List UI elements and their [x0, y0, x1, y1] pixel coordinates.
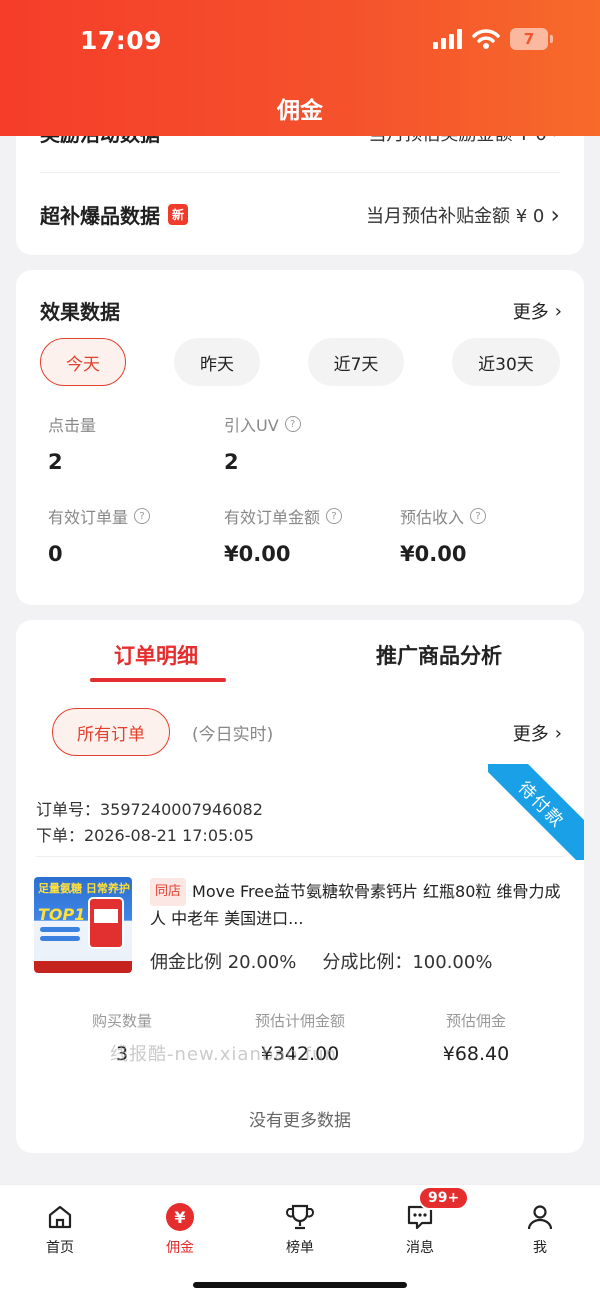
- wifi-icon: [472, 29, 500, 49]
- chevron-right-icon: ›: [550, 200, 560, 229]
- battery-icon: 7: [510, 28, 553, 50]
- order-time: 下单：2026-08-21 17:05:05: [36, 826, 254, 845]
- home-icon: [44, 1201, 76, 1233]
- nav-home[interactable]: 首页: [20, 1201, 100, 1257]
- status-icons: 7: [433, 28, 553, 50]
- yen-icon: ¥: [164, 1201, 196, 1233]
- status-badge: 待付款: [488, 764, 584, 860]
- status-time: 17:09: [80, 26, 163, 55]
- super-subsidy-title: 超补爆品数据: [40, 204, 160, 228]
- nav-label: 榜单: [286, 1240, 314, 1256]
- effect-more-label: 更多: [512, 302, 549, 323]
- effect-data-title: 效果数据: [40, 300, 120, 324]
- product-title: Move Free益节氨糖软骨素钙片 红瓶80粒 维骨力成人 中老年 美国进口.…: [150, 882, 561, 928]
- help-icon[interactable]: ?: [326, 508, 343, 524]
- metric-income: 预估收入? ¥0.00: [400, 504, 487, 566]
- qty-label: 购买数量: [91, 1012, 152, 1030]
- watermark: 线报酷-new.xianbao.fun: [110, 1044, 337, 1065]
- commission-label: 预估佣金: [445, 1012, 506, 1030]
- nav-label: 首页: [46, 1240, 74, 1256]
- metric-clicks: 点击量 2: [48, 412, 96, 474]
- signal-icon: [433, 29, 462, 49]
- new-badge: 新: [168, 204, 189, 225]
- status-ribbon: 待付款: [488, 764, 584, 860]
- bottle-graphic: [88, 897, 124, 949]
- product-image-badge: TOP1: [38, 905, 86, 924]
- filter-all-orders[interactable]: 所有订单: [52, 708, 170, 756]
- store-tag: 同店: [150, 878, 187, 906]
- orders-more-label: 更多: [512, 724, 549, 745]
- metric-value: ¥0.00: [224, 542, 291, 566]
- rates-row: 佣金比例 20.00% 分成比例：100.00%: [150, 948, 492, 974]
- metric-label: 有效订单量: [48, 508, 129, 527]
- commission-value: ¥68.40: [442, 1043, 510, 1065]
- period-yesterday[interactable]: 昨天: [174, 338, 260, 386]
- super-subsidy-amount: 当月预估补贴金额 ¥ 0: [366, 205, 545, 227]
- home-indicator: [193, 1282, 407, 1288]
- period-7days[interactable]: 近7天: [308, 338, 404, 386]
- page-title: 佣金: [277, 98, 323, 124]
- realtime-label: (今日实时): [192, 725, 274, 745]
- no-more-data: 没有更多数据: [249, 1111, 351, 1131]
- metric-label: 点击量: [48, 416, 97, 435]
- commission-column: 预估佣金 ¥68.40: [386, 1010, 566, 1065]
- orders-card: 订单明细 推广商品分析 所有订单 (今日实时) 更多 › 待付款 订单号：359…: [16, 620, 584, 1153]
- help-icon[interactable]: ?: [470, 508, 487, 524]
- help-icon[interactable]: ?: [284, 416, 301, 432]
- header-bar: 17:09 7 佣金: [0, 0, 600, 136]
- product-image[interactable]: 足量氨糖 日常养护 TOP1: [34, 877, 132, 973]
- period-today[interactable]: 今天: [40, 338, 126, 386]
- help-icon[interactable]: ?: [134, 508, 151, 524]
- nav-ranking[interactable]: 榜单: [260, 1201, 340, 1257]
- user-icon: [524, 1201, 556, 1233]
- metric-orders: 有效订单量? 0: [48, 504, 151, 566]
- tab-product-analysis[interactable]: 推广商品分析: [376, 640, 502, 670]
- commission-rate: 佣金比例 20.00%: [150, 952, 297, 973]
- message-badge: 99+: [418, 1186, 470, 1210]
- orders-more-link[interactable]: 更多 ›: [513, 720, 562, 746]
- chevron-right-icon: ›: [554, 300, 562, 322]
- order-number: 订单号：3597240007946082: [36, 800, 263, 819]
- metric-label: 预估收入: [400, 508, 465, 527]
- metric-value: 2: [48, 450, 63, 474]
- effect-data-card: 效果数据 更多 › 今天 昨天 近7天 近30天 点击量 2 引入UV? 2 有…: [16, 270, 584, 605]
- metric-uv: 引入UV? 2: [224, 412, 301, 474]
- super-subsidy-row[interactable]: 超补爆品数据 新 当月预估补贴金额 ¥ 0 ›: [40, 200, 560, 229]
- trophy-icon: [284, 1201, 316, 1233]
- metric-label: 有效订单金额: [224, 508, 321, 527]
- metric-value: 2: [224, 450, 239, 474]
- metric-order-amount: 有效订单金额? ¥0.00: [224, 504, 343, 566]
- nav-commission[interactable]: ¥ 佣金: [140, 1201, 220, 1257]
- base-amount-label: 预估计佣金额: [254, 1012, 345, 1030]
- share-rate: 分成比例：100.00%: [322, 952, 493, 973]
- divider: [40, 172, 560, 173]
- metric-label: 引入UV: [224, 416, 279, 435]
- nav-profile[interactable]: 我: [500, 1201, 580, 1257]
- nav-label: 佣金: [166, 1240, 194, 1256]
- nav-label: 我: [533, 1240, 547, 1256]
- tab-order-details[interactable]: 订单明细: [114, 640, 198, 670]
- nav-label: 消息: [406, 1240, 434, 1256]
- tab-underline: [90, 678, 226, 682]
- product-name[interactable]: 同店 Move Free益节氨糖软骨素钙片 红瓶80粒 维骨力成人 中老年 美国进…: [150, 878, 570, 932]
- product-image-slogan: 足量氨糖 日常养护: [38, 882, 130, 895]
- metric-value: ¥0.00: [400, 542, 467, 566]
- effect-more-link[interactable]: 更多 ›: [513, 298, 562, 324]
- chevron-right-icon: ›: [554, 722, 562, 744]
- period-30days[interactable]: 近30天: [452, 338, 560, 386]
- divider: [36, 856, 564, 857]
- metric-value: 0: [48, 542, 63, 566]
